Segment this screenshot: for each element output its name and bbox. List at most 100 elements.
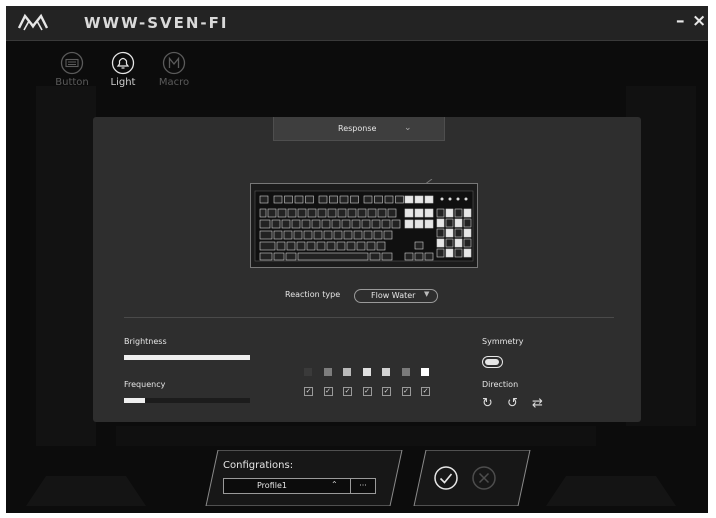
keyboard-key[interactable] xyxy=(445,218,454,228)
keyboard-key[interactable] xyxy=(463,218,472,228)
keyboard-key[interactable] xyxy=(414,252,424,261)
keyboard-key[interactable] xyxy=(374,195,383,204)
keyboard-key[interactable] xyxy=(321,219,331,229)
close-button[interactable]: × xyxy=(692,11,706,31)
keyboard-key[interactable] xyxy=(259,208,267,218)
color-swatch[interactable] xyxy=(362,368,371,376)
color-swatch[interactable] xyxy=(343,368,351,376)
keyboard-key[interactable] xyxy=(395,195,404,204)
keyboard-key[interactable] xyxy=(327,208,337,218)
keyboard-key[interactable] xyxy=(313,230,323,240)
keyboard-key[interactable] xyxy=(306,241,316,251)
keyboard-key[interactable] xyxy=(307,208,317,218)
keyboard-key[interactable] xyxy=(311,219,321,229)
x-circle-icon[interactable] xyxy=(472,466,496,490)
keyboard-key[interactable] xyxy=(339,195,349,204)
keyboard-key[interactable] xyxy=(436,238,445,248)
keyboard-key[interactable] xyxy=(363,195,373,204)
keyboard-key[interactable] xyxy=(463,248,472,258)
keyboard-key[interactable] xyxy=(291,219,301,229)
keyboard-key[interactable] xyxy=(343,230,353,240)
keyboard-key[interactable] xyxy=(259,219,271,229)
color-checkbox[interactable]: ✓ xyxy=(362,387,372,396)
keyboard-key[interactable] xyxy=(273,230,283,240)
keyboard-key[interactable] xyxy=(296,241,306,251)
color-checkbox[interactable]: ✓ xyxy=(421,387,430,396)
more-options-button[interactable]: ··· xyxy=(350,478,376,494)
brightness-slider[interactable] xyxy=(124,355,250,360)
keyboard-key[interactable] xyxy=(350,195,359,204)
keyboard-preview[interactable] xyxy=(250,179,478,269)
keyboard-key[interactable] xyxy=(336,241,346,251)
color-swatch[interactable] xyxy=(382,368,390,376)
keyboard-key[interactable] xyxy=(318,195,328,204)
keyboard-key[interactable] xyxy=(357,208,367,218)
keyboard-key[interactable] xyxy=(366,241,376,251)
keyboard-key[interactable] xyxy=(424,219,434,229)
keyboard-key[interactable] xyxy=(285,252,297,261)
keyboard-key[interactable] xyxy=(436,218,445,228)
keyboard-key[interactable] xyxy=(414,219,424,229)
response-dropdown[interactable]: Response ⌄ xyxy=(273,117,445,141)
keyboard-key[interactable] xyxy=(259,241,276,251)
keyboard-key[interactable] xyxy=(414,241,424,250)
keyboard-key[interactable] xyxy=(281,219,291,229)
keyboard-key[interactable] xyxy=(341,219,351,229)
keyboard-key[interactable] xyxy=(329,195,338,204)
color-swatch[interactable] xyxy=(421,368,429,376)
keyboard-key[interactable] xyxy=(286,241,296,251)
keyboard-key[interactable] xyxy=(404,219,414,229)
keyboard-key[interactable] xyxy=(259,195,269,204)
keyboard-key[interactable] xyxy=(316,241,326,251)
direction-bidirectional-icon[interactable]: ⇄ xyxy=(532,396,543,411)
keyboard-key[interactable] xyxy=(463,228,472,238)
keyboard-key[interactable] xyxy=(445,208,454,218)
keyboard-key[interactable] xyxy=(367,208,377,218)
keyboard-key[interactable] xyxy=(294,195,304,204)
color-swatch[interactable] xyxy=(401,368,410,376)
keyboard-key[interactable] xyxy=(404,208,414,218)
keyboard-key[interactable] xyxy=(347,208,357,218)
keyboard-key[interactable] xyxy=(376,241,386,251)
check-circle-icon[interactable] xyxy=(434,466,458,490)
keyboard-key[interactable] xyxy=(445,228,454,238)
keyboard-key[interactable] xyxy=(356,241,366,251)
color-swatch[interactable] xyxy=(304,368,312,376)
color-checkbox[interactable]: ✓ xyxy=(382,387,391,396)
keyboard-key[interactable] xyxy=(454,208,463,218)
keyboard-key[interactable] xyxy=(424,252,434,261)
keyboard-key[interactable] xyxy=(436,248,445,258)
keyboard-key[interactable] xyxy=(463,238,472,248)
keyboard-key[interactable] xyxy=(361,219,371,229)
keyboard-key[interactable] xyxy=(259,230,273,240)
keyboard-key[interactable] xyxy=(277,208,287,218)
keyboard-key[interactable] xyxy=(301,219,311,229)
keyboard-key[interactable] xyxy=(445,248,454,258)
keyboard-key[interactable] xyxy=(273,195,283,204)
keyboard-key[interactable] xyxy=(404,195,414,204)
keyboard-key[interactable] xyxy=(305,195,314,204)
keyboard-key[interactable] xyxy=(276,241,286,251)
keyboard-key[interactable] xyxy=(267,208,277,218)
keyboard-key[interactable] xyxy=(333,230,343,240)
keyboard-key[interactable] xyxy=(303,230,313,240)
keyboard-key[interactable] xyxy=(326,241,336,251)
keyboard-key[interactable] xyxy=(363,230,373,240)
keyboard-key[interactable] xyxy=(287,208,297,218)
keyboard-key[interactable] xyxy=(454,218,463,228)
keyboard-key[interactable] xyxy=(283,230,293,240)
minimize-button[interactable]: – xyxy=(676,11,685,31)
keyboard-key[interactable] xyxy=(337,208,347,218)
keyboard-key[interactable] xyxy=(463,208,472,218)
keyboard-key[interactable] xyxy=(384,195,394,204)
keyboard-key[interactable] xyxy=(323,230,333,240)
keyboard-key[interactable] xyxy=(436,228,445,238)
keyboard-key[interactable] xyxy=(297,208,307,218)
keyboard-key[interactable] xyxy=(293,230,303,240)
color-checkbox[interactable]: ✓ xyxy=(401,387,411,396)
tab-button[interactable]: Button xyxy=(50,51,94,88)
direction-counterclockwise-icon[interactable]: ↺ xyxy=(507,396,518,411)
keyboard-key[interactable] xyxy=(445,238,454,248)
keyboard-key[interactable] xyxy=(381,219,391,229)
keyboard-key[interactable] xyxy=(404,252,414,261)
